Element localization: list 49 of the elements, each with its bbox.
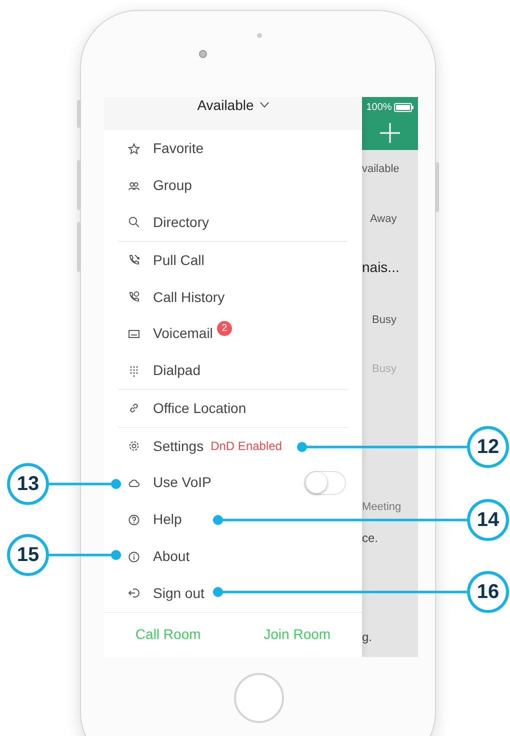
menu-item[interactable]: Pull Call bbox=[153, 250, 204, 271]
phone-arrow-icon bbox=[128, 254, 140, 266]
callout-number: 13 bbox=[7, 463, 49, 505]
callout-number: 15 bbox=[7, 534, 49, 576]
background-text: Busy bbox=[372, 362, 396, 377]
leader-line bbox=[49, 550, 121, 560]
phone-clock-icon bbox=[128, 291, 140, 303]
menu-item[interactable]: Call History bbox=[153, 286, 225, 308]
settings-icon bbox=[128, 440, 140, 452]
battery-icon bbox=[394, 103, 414, 112]
plus-icon[interactable] bbox=[380, 123, 400, 143]
chevron-down-icon bbox=[260, 102, 269, 108]
info-icon bbox=[128, 550, 140, 563]
menu-item[interactable]: About bbox=[153, 546, 190, 568]
menu-item[interactable]: Favorite bbox=[153, 138, 204, 160]
menu-item[interactable]: Group bbox=[153, 175, 192, 196]
background-text: vailable bbox=[362, 162, 400, 177]
background-text: ce. bbox=[362, 530, 378, 547]
background-text: g. bbox=[362, 629, 372, 646]
background-text: nais... bbox=[362, 258, 400, 277]
star-icon bbox=[128, 142, 140, 155]
callout-number: 12 bbox=[467, 426, 509, 468]
leader-line bbox=[49, 479, 121, 489]
toggle-switch[interactable] bbox=[304, 470, 346, 495]
menu-item[interactable]: Help bbox=[153, 509, 182, 530]
presence-dropdown[interactable]: Available bbox=[197, 97, 269, 113]
battery-percent: 100% bbox=[366, 101, 392, 115]
background-text: Away bbox=[370, 212, 397, 227]
callout-number: 16 bbox=[467, 571, 509, 613]
background-text: Busy bbox=[372, 313, 396, 328]
background-text: Meeting bbox=[362, 500, 402, 515]
status-label: DnD Enabled bbox=[210, 438, 282, 456]
sign-out-icon bbox=[128, 587, 140, 600]
callout-number: 14 bbox=[467, 499, 509, 541]
group-icon bbox=[128, 180, 140, 192]
menu-item[interactable]: Office Location bbox=[153, 398, 246, 419]
voicemail-icon bbox=[128, 328, 140, 340]
help-icon bbox=[128, 514, 140, 526]
menu-item[interactable]: Sign out bbox=[153, 582, 204, 604]
dialpad-icon bbox=[128, 364, 140, 377]
menu-item[interactable]: Settings bbox=[153, 436, 204, 457]
menu-item[interactable]: Voicemail bbox=[153, 323, 213, 344]
search-icon bbox=[128, 216, 140, 228]
menu-item[interactable]: Use VoIP bbox=[153, 472, 212, 494]
count-badge: 2 bbox=[216, 321, 232, 336]
cloud-icon bbox=[128, 476, 140, 489]
link-icon bbox=[128, 402, 140, 414]
menu-item[interactable]: Dialpad bbox=[153, 360, 200, 382]
menu-item[interactable]: Directory bbox=[153, 212, 210, 233]
